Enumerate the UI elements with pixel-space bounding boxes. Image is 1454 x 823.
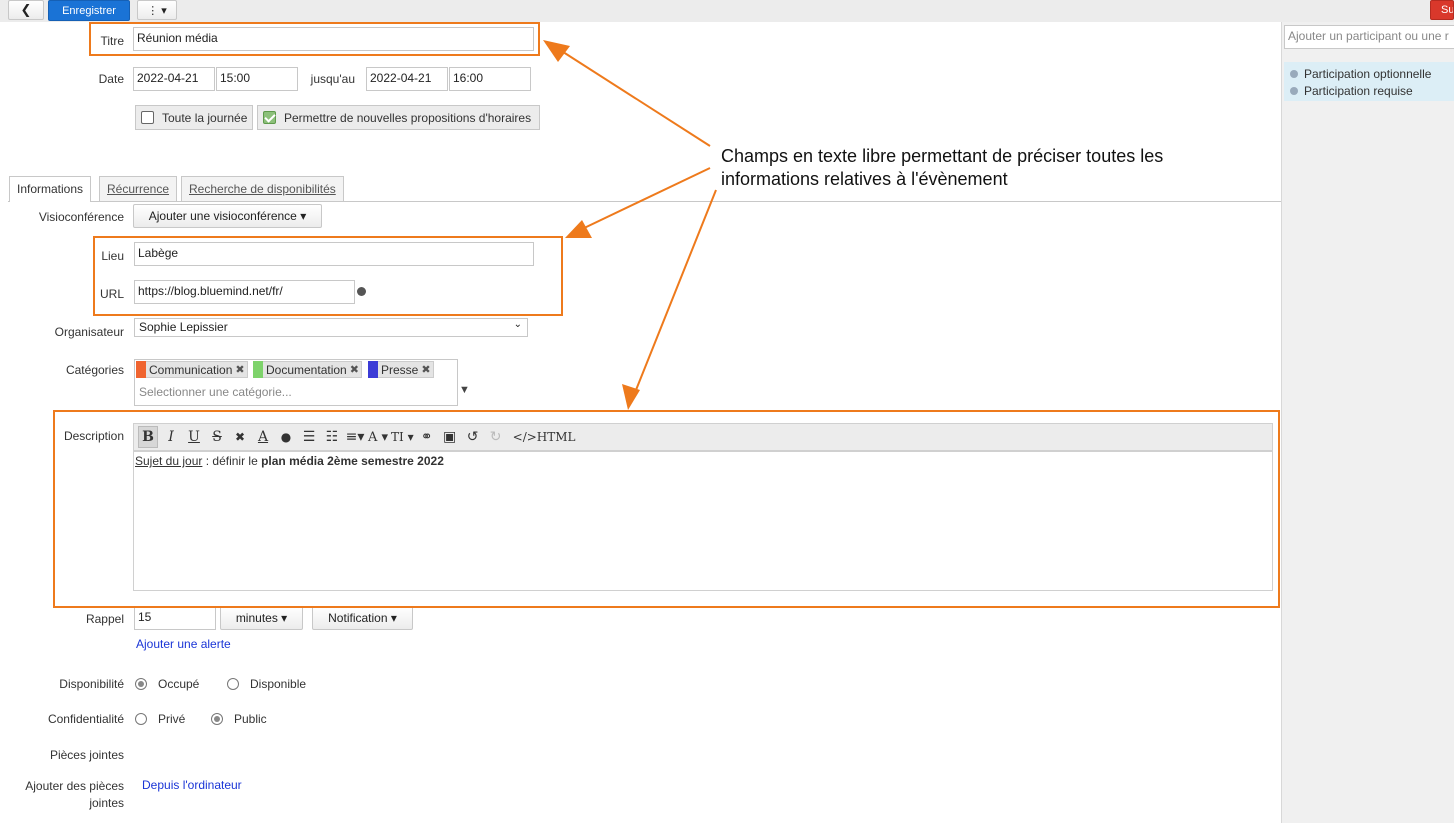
- annotation-text: Champs en texte libre permettant de préc…: [721, 145, 1163, 191]
- annotation-arrows: [543, 40, 717, 410]
- annotation-line-1: Champs en texte libre permettant de préc…: [721, 146, 1164, 166]
- annotation-line-2: informations relatives à l'évènement: [721, 169, 1008, 189]
